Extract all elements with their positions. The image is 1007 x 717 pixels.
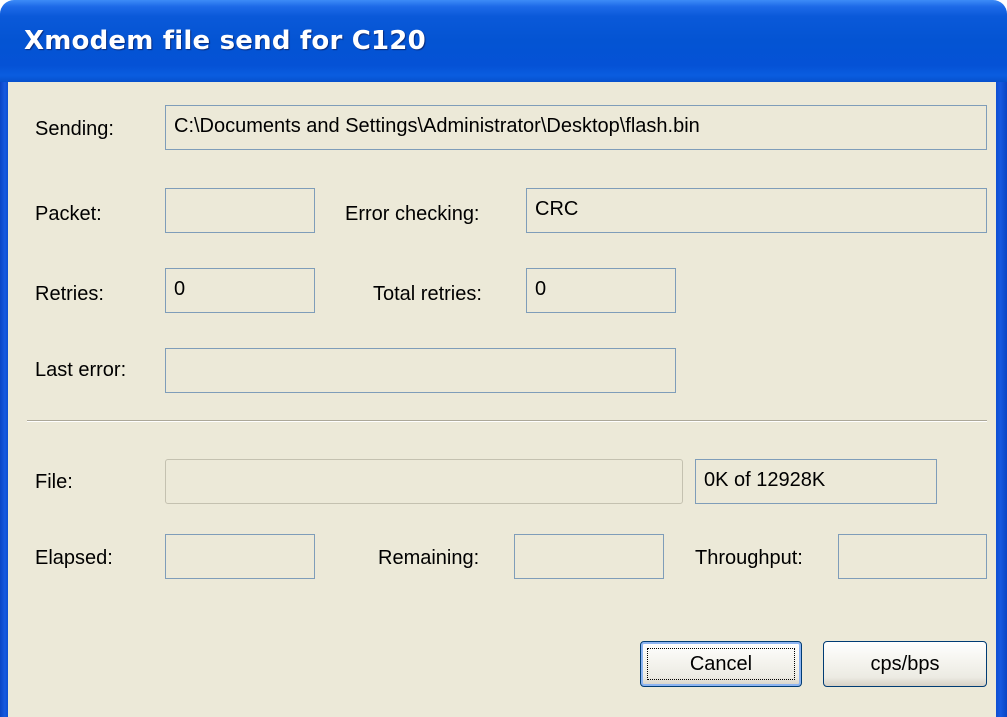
retries-value: 0 [174,278,186,300]
throughput-field [838,534,987,579]
packet-field [165,188,315,233]
error-checking-value: CRC [535,198,579,220]
file-size-status-field: 0K of 12928K [695,459,937,504]
window-frame-right [996,82,1007,717]
window-title: Xmodem file send for C120 [24,26,426,56]
file-progress-bar [165,459,683,504]
sending-path-field: C:\Documents and Settings\Administrator\… [165,105,987,150]
xmodem-dialog: Xmodem file send for C120 Sending: C:\Do… [0,0,1007,717]
last-error-label: Last error: [35,359,127,381]
remaining-label: Remaining: [378,547,480,569]
title-bar[interactable]: Xmodem file send for C120 [0,0,1007,82]
packet-label: Packet: [35,203,102,225]
section-divider [27,420,987,422]
sending-label: Sending: [35,118,114,140]
file-size-status: 0K of 12928K [704,469,826,491]
retries-label: Retries: [35,283,104,305]
cancel-button[interactable]: Cancel [640,641,802,687]
cancel-button-label: Cancel [689,653,753,675]
elapsed-label: Elapsed: [35,547,113,569]
remaining-field [514,534,664,579]
cps-bps-button-label: cps/bps [870,653,940,675]
error-checking-field: CRC [526,188,987,233]
total-retries-value: 0 [535,278,547,300]
total-retries-label: Total retries: [373,283,482,305]
file-label: File: [35,471,73,493]
window-frame-left [0,82,8,717]
cps-bps-button[interactable]: cps/bps [823,641,987,687]
elapsed-field [165,534,315,579]
throughput-label: Throughput: [695,547,803,569]
error-checking-label: Error checking: [345,203,480,225]
dialog-body: Sending: C:\Documents and Settings\Admin… [8,82,996,717]
sending-path-value: C:\Documents and Settings\Administrator\… [174,115,700,137]
last-error-field [165,348,676,393]
retries-field: 0 [165,268,315,313]
total-retries-field: 0 [526,268,676,313]
